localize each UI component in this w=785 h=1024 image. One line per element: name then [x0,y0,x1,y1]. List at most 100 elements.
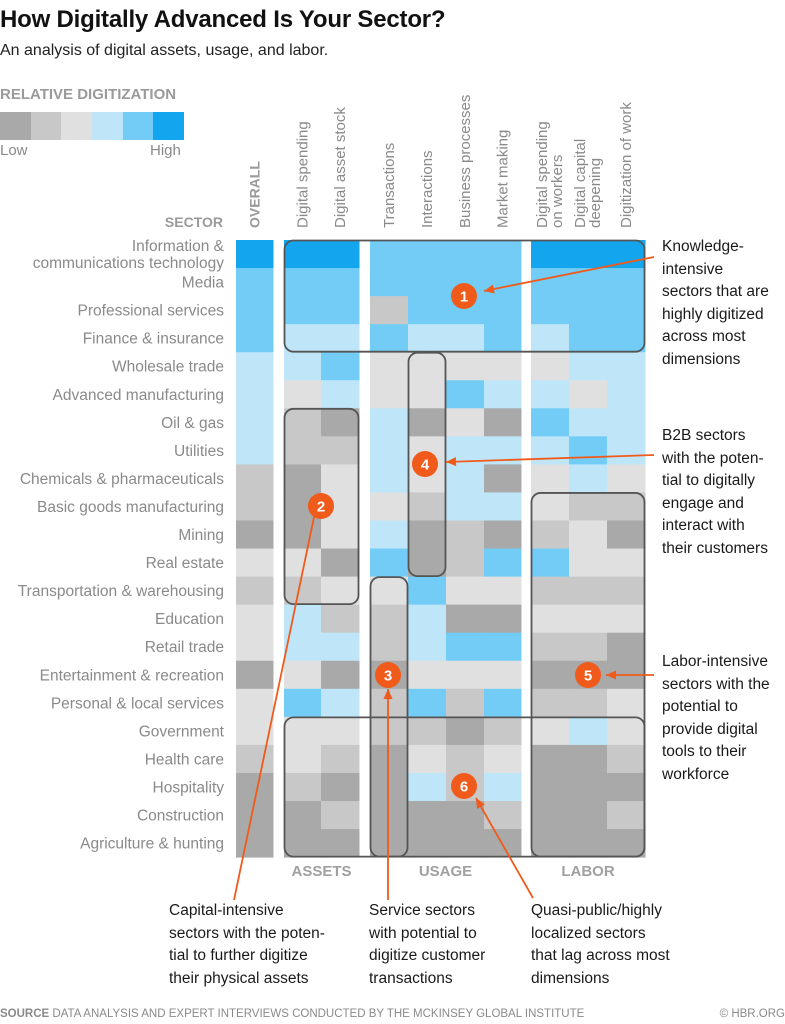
heatmap-cell [569,352,608,381]
heatmap-cell [408,296,447,325]
row-label: Wholesale trade [112,359,224,376]
heatmap-cell [569,716,608,746]
heatmap-cell [607,576,646,606]
row-label: Professional services [78,303,225,320]
heatmap-cell [484,408,522,437]
callout-badge-3: 3 [375,662,401,688]
group-label-labor: LABOR [561,863,614,880]
badge-number: 2 [317,499,325,516]
heatmap-cell [284,352,322,381]
heatmap-cell [446,464,485,493]
heatmap-cell [284,436,322,465]
heatmap-cell [531,296,570,325]
heatmap-cell [569,492,608,521]
heatmap-cell [408,548,447,578]
heatmap-cell [569,548,608,578]
heatmap-cell [236,408,274,437]
heatmap-cell [484,492,522,521]
heatmap-cell [484,548,522,578]
row-label: Oil & gas [161,415,224,432]
heatmap-cell [531,716,570,746]
heatmap-cell [607,380,646,409]
heatmap-cell [408,324,447,353]
heatmap-cell [408,772,447,802]
heatmap-cell [370,744,409,774]
heatmap-cell [284,660,322,690]
heatmap-cell [569,829,608,858]
column-label: Interactions [419,150,436,228]
heatmap-cell [370,829,409,858]
heatmap-cell [607,352,646,381]
heatmap-cell [484,464,522,493]
heatmap-cell [446,716,485,746]
heatmap-cell [607,492,646,521]
heatmap-cell [408,660,447,690]
heatmap-cell [370,716,409,746]
heatmap-cell [607,688,646,718]
heatmap-cell [236,829,274,858]
heatmap-cell [370,380,409,409]
heatmap-cell [321,352,360,381]
heatmap-cell [284,744,322,774]
heatmap-cell [607,324,646,353]
badge-number: 4 [421,457,430,474]
heatmap-cell [370,436,409,465]
heatmap-cell [607,268,646,297]
heatmap-cell [284,464,322,493]
heatmap-cell [284,268,322,297]
column-label: Digitization of work [618,102,635,228]
heatmap-cell [607,240,646,269]
heatmap-cell [446,520,485,550]
heatmap-cell [484,688,522,718]
heatmap-cell [370,408,409,437]
heatmap-cell [321,464,360,493]
heatmap-cell [446,688,485,718]
heatmap-cell [236,324,274,353]
heatmap-cell [408,380,447,409]
row-label: Mining [178,527,224,544]
heatmap-cell [236,352,274,381]
heatmap-cell [236,520,274,550]
heatmap-cell [408,632,447,662]
heatmap-cell [370,464,409,493]
heatmap-cell [321,380,360,409]
row-label: Education [155,611,224,628]
row-label: Finance & insurance [83,331,224,348]
heatmap-cell [569,380,608,409]
row-label: Hospitality [153,779,225,796]
heatmap-cell [484,604,522,634]
heatmap-cell [370,268,409,297]
heatmap-cell [284,688,322,718]
heatmap-cell [569,520,608,550]
heatmap-cell [446,380,485,409]
source-note: SOURCE DATA ANALYSIS AND EXPERT INTERVIE… [0,1008,584,1020]
heatmap-cell [370,492,409,521]
heatmap-cell [446,632,485,662]
heatmap-cell [569,604,608,634]
heatmap-cell [607,296,646,325]
column-labels: OVERALL Digital spending Digital asset sto… [247,95,636,228]
heatmap-cell [446,744,485,774]
heatmap-cell [484,520,522,550]
heatmap-cell [236,576,274,606]
heatmap-cell [236,492,274,521]
heatmap-cell [484,352,522,381]
heatmap-cell [370,352,409,381]
heatmap-cell [321,604,360,634]
callout-badge-5: 5 [575,662,601,688]
heatmap-cell [607,604,646,634]
heatmap-cell [531,801,570,830]
heatmap-cell [408,716,447,746]
row-label: Agriculture & hunting [80,836,224,853]
heatmap-cell [321,829,360,858]
heatmap-cell [569,632,608,662]
heatmap-cell [370,576,409,606]
heatmap-cell [446,240,485,269]
heatmap-cell [607,829,646,858]
heatmap-cell [408,352,447,381]
heatmap-cell [569,801,608,830]
heatmap-cell [531,268,570,297]
row-label: Government [139,723,225,740]
heatmap-cell [321,296,360,325]
heatmap-cell [446,548,485,578]
